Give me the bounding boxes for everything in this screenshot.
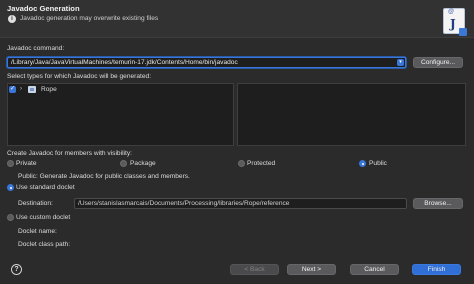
destination-label: Destination: (18, 200, 53, 207)
visibility-label: Create Javadoc for members with visibili… (7, 150, 132, 157)
standard-doclet-label[interactable]: Use standard doclet (16, 184, 75, 191)
configure-button[interactable]: Configure... (413, 57, 463, 68)
expand-arrow-icon[interactable]: › (20, 86, 22, 92)
browse-button[interactable]: Browse... (413, 198, 463, 209)
protected-radio[interactable] (238, 160, 245, 167)
help-icon[interactable]: ? (11, 264, 22, 275)
javadoc-command-combo[interactable]: /Library/Java/JavaVirtualMachines/temuri… (7, 57, 406, 68)
tree-item-rope[interactable]: Rope (41, 86, 57, 93)
finish-button[interactable]: Finish (412, 264, 461, 275)
package-tree[interactable]: ✓ › Rope (7, 83, 234, 146)
protected-label[interactable]: Protected (247, 160, 275, 167)
custom-doclet-radio[interactable] (7, 214, 14, 221)
doclet-name-label: Doclet name: (18, 228, 57, 235)
info-icon: i (8, 15, 16, 23)
custom-doclet-label[interactable]: Use custom doclet (16, 214, 70, 221)
standard-doclet-radio[interactable] (7, 184, 14, 191)
types-list[interactable] (237, 83, 466, 146)
select-types-label: Select types for which Javadoc will be g… (7, 73, 152, 80)
javadoc-command-value: /Library/Java/JavaVirtualMachines/temuri… (11, 59, 238, 66)
wizard-header: Javadoc Generation i Javadoc generation … (0, 0, 474, 38)
public-radio[interactable] (359, 160, 366, 167)
destination-field[interactable]: /Users/stanislasmarcais/Documents/Proces… (74, 198, 407, 209)
package-radio[interactable] (120, 160, 127, 167)
public-label[interactable]: Public (369, 160, 387, 167)
visibility-description: Public: Generate Javadoc for public clas… (18, 173, 190, 180)
private-label[interactable]: Private (16, 160, 37, 167)
dialog-title: Javadoc Generation (7, 4, 80, 13)
rope-checkbox[interactable]: ✓ (9, 86, 16, 93)
javadoc-command-label: Javadoc command: (7, 45, 65, 52)
doclet-classpath-label: Doclet class path: (18, 241, 71, 248)
back-button[interactable]: < Back (230, 264, 279, 275)
package-label[interactable]: Package (130, 160, 156, 167)
private-radio[interactable] (7, 160, 14, 167)
chevron-down-icon[interactable]: ▾ (397, 59, 404, 66)
warning-message: Javadoc generation may overwrite existin… (20, 15, 159, 22)
project-icon (28, 86, 36, 93)
javadoc-logo-icon: @ J (443, 8, 467, 36)
next-button[interactable]: Next > (287, 264, 336, 275)
cancel-button[interactable]: Cancel (350, 264, 399, 275)
